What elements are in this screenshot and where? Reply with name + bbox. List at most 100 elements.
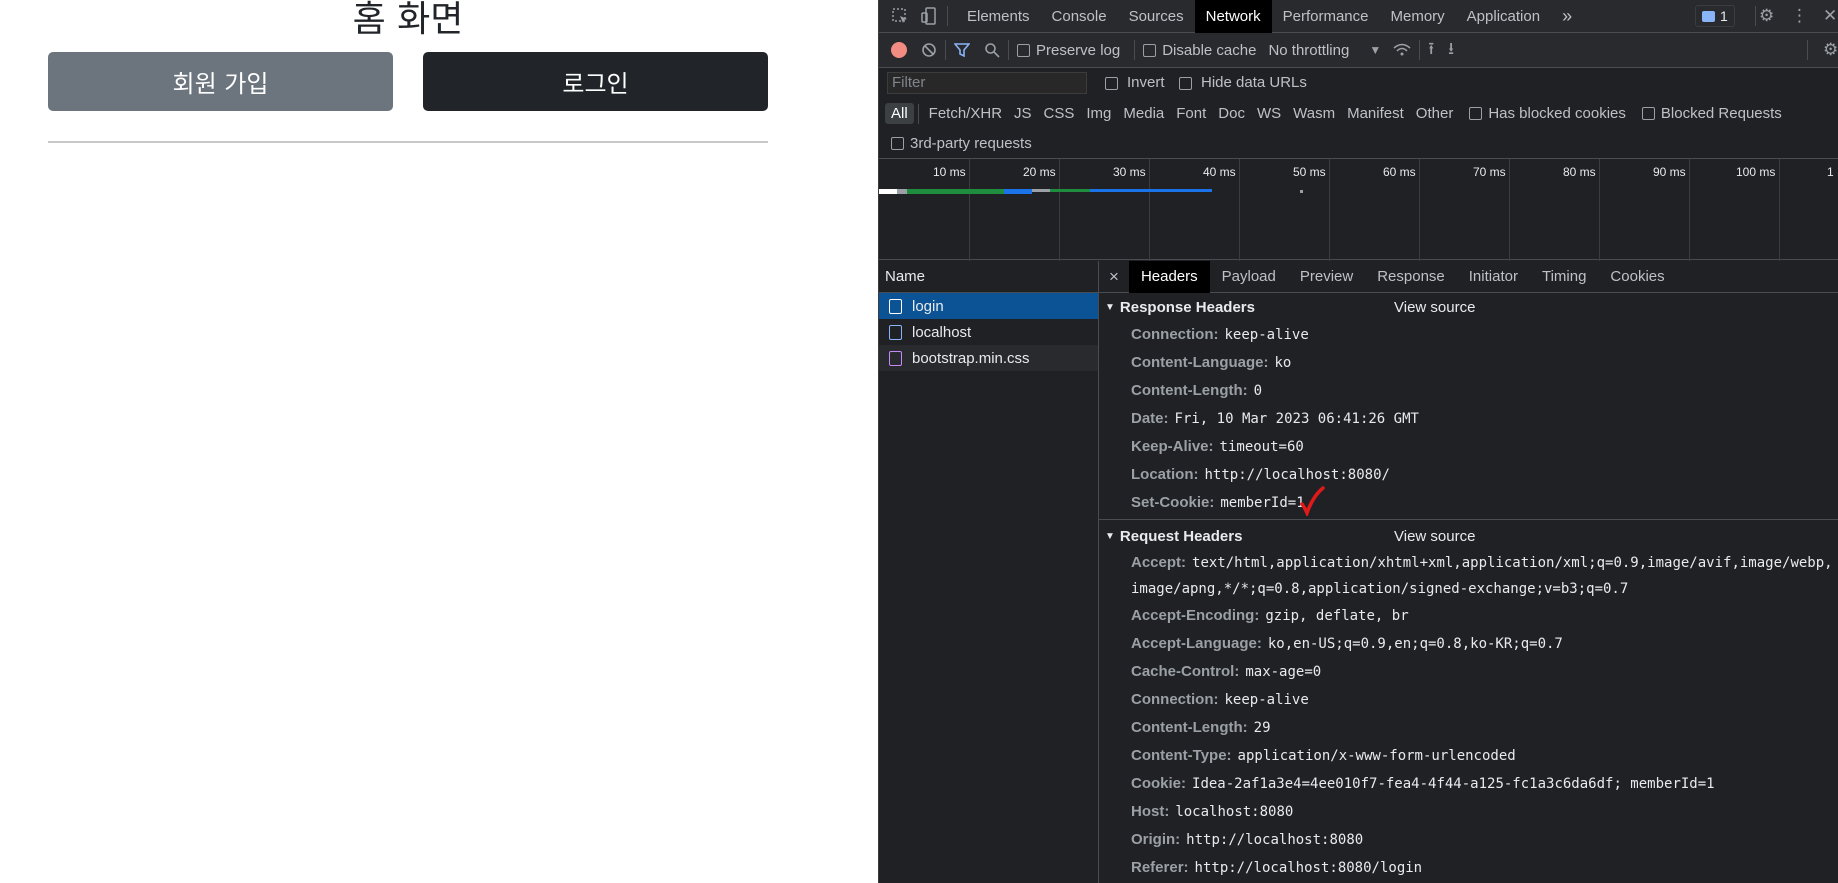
view-source-link[interactable]: View source — [1394, 528, 1475, 545]
header-value: keep-alive — [1224, 692, 1309, 708]
record-icon[interactable] — [891, 42, 907, 58]
throttling-select[interactable]: No throttling — [1268, 42, 1349, 59]
more-options-icon[interactable]: ⋮ — [1791, 6, 1808, 26]
type-img[interactable]: Img — [1080, 105, 1117, 122]
tab-payload[interactable]: Payload — [1210, 261, 1288, 293]
third-party-bar: 3rd-party requests — [879, 128, 1838, 158]
request-headers-section[interactable]: ▼ Request Headers View source — [1099, 522, 1838, 550]
hide-data-urls-checkbox[interactable] — [1179, 77, 1192, 90]
waterfall-bar — [1050, 189, 1090, 192]
clear-icon[interactable] — [921, 42, 937, 58]
type-css[interactable]: CSS — [1038, 105, 1081, 122]
header-row: Content-Type: application/x-www-form-urle… — [1099, 742, 1838, 770]
tab-application[interactable]: Application — [1456, 0, 1551, 33]
request-row-login[interactable]: login — [879, 293, 1098, 319]
filter-input[interactable]: Filter — [887, 72, 1087, 94]
tab-headers[interactable]: Headers — [1128, 260, 1210, 293]
header-row: Origin: http://localhost:8080 — [1099, 826, 1838, 854]
red-checkmark-annotation — [1300, 486, 1325, 516]
chevron-down-icon[interactable]: ▼ — [1369, 43, 1381, 57]
timeline-tick: 30 ms — [1113, 165, 1146, 179]
header-row: Host: localhost:8080 — [1099, 798, 1838, 826]
inspect-element-icon[interactable] — [891, 7, 909, 25]
header-key: Date: — [1131, 410, 1169, 427]
header-key: Connection: — [1131, 326, 1219, 343]
timeline-tick: 20 ms — [1023, 165, 1056, 179]
tab-memory[interactable]: Memory — [1380, 0, 1456, 33]
type-doc[interactable]: Doc — [1212, 105, 1251, 122]
timeline-tick: 70 ms — [1473, 165, 1506, 179]
import-har-icon[interactable]: ⭱ — [1428, 36, 1434, 65]
view-source-link[interactable]: View source — [1394, 299, 1475, 316]
header-value: 0 — [1253, 383, 1263, 399]
tab-response[interactable]: Response — [1365, 261, 1457, 293]
type-media[interactable]: Media — [1117, 105, 1170, 122]
header-key: Host: — [1131, 803, 1170, 820]
response-headers-section[interactable]: ▼ Response Headers View source — [1099, 293, 1838, 321]
preserve-log-checkbox[interactable] — [1017, 43, 1030, 57]
request-row-localhost[interactable]: localhost — [879, 319, 1098, 345]
type-other[interactable]: Other — [1410, 105, 1460, 122]
timeline-tick: 1 — [1827, 165, 1834, 179]
tab-elements[interactable]: Elements — [956, 0, 1041, 33]
type-font[interactable]: Font — [1170, 105, 1212, 122]
tab-cookies[interactable]: Cookies — [1598, 261, 1676, 293]
close-details-icon[interactable]: × — [1099, 261, 1129, 293]
type-manifest[interactable]: Manifest — [1341, 105, 1410, 122]
header-row: Keep-Alive: timeout=60 — [1099, 433, 1838, 461]
header-key: Set-Cookie: — [1131, 494, 1215, 511]
header-value: gzip, deflate, br — [1265, 608, 1409, 624]
close-devtools-icon[interactable]: ✕ — [1823, 6, 1837, 26]
blocked-requests-checkbox[interactable] — [1641, 107, 1655, 120]
tab-preview[interactable]: Preview — [1288, 261, 1365, 293]
type-ws[interactable]: WS — [1251, 105, 1287, 122]
header-key: Content-Length: — [1131, 382, 1248, 399]
network-settings-icon[interactable]: ⚙ — [1823, 40, 1838, 60]
issues-badge[interactable]: 1 — [1695, 5, 1735, 27]
third-party-checkbox[interactable] — [891, 136, 904, 150]
export-har-icon[interactable]: ⭳ — [1448, 36, 1454, 65]
header-value: http://localhost:8080 — [1186, 832, 1364, 848]
type-js[interactable]: JS — [1008, 105, 1038, 122]
type-wasm[interactable]: Wasm — [1287, 105, 1341, 122]
login-button[interactable]: 로그인 — [423, 52, 768, 111]
request-name: bootstrap.min.css — [912, 349, 1030, 367]
tab-timing[interactable]: Timing — [1530, 261, 1598, 293]
more-tabs-icon[interactable]: » — [1551, 0, 1583, 33]
type-all[interactable]: All — [885, 103, 914, 124]
detail-tabs: × Headers Payload Preview Response Initi… — [1099, 260, 1838, 293]
tab-network[interactable]: Network — [1194, 0, 1272, 33]
filter-bar: Filter Invert Hide data URLs — [879, 68, 1838, 99]
header-key: Origin: — [1131, 831, 1181, 848]
header-key: Content-Language: — [1131, 354, 1269, 371]
disable-cache-label: Disable cache — [1162, 41, 1257, 59]
network-conditions-icon[interactable] — [1393, 42, 1411, 58]
tab-performance[interactable]: Performance — [1272, 0, 1380, 33]
network-overview-timeline[interactable]: 10 ms 20 ms 30 ms 40 ms 50 ms 60 ms 70 m… — [879, 158, 1838, 261]
header-key: Location: — [1131, 466, 1199, 483]
header-row: Location: http://localhost:8080/ — [1099, 461, 1838, 489]
stylesheet-icon — [889, 350, 902, 366]
invert-checkbox[interactable] — [1105, 77, 1118, 90]
name-column-header[interactable]: Name — [879, 261, 1098, 293]
request-headers-title: Request Headers — [1119, 527, 1243, 545]
expand-triangle-icon: ▼ — [1105, 530, 1115, 542]
tab-initiator[interactable]: Initiator — [1457, 261, 1530, 293]
tab-sources[interactable]: Sources — [1118, 0, 1195, 33]
type-fetch-xhr[interactable]: Fetch/XHR — [923, 105, 1008, 122]
waterfall-bar — [1300, 190, 1303, 193]
filter-icon[interactable] — [954, 42, 970, 58]
blocked-cookies-checkbox[interactable] — [1469, 107, 1483, 120]
header-key: Referer: — [1131, 859, 1189, 876]
device-toolbar-icon[interactable] — [921, 7, 939, 25]
signup-button[interactable]: 회원 가입 — [48, 52, 393, 111]
search-icon[interactable] — [984, 42, 1000, 58]
tab-console[interactable]: Console — [1041, 0, 1118, 33]
settings-gear-icon[interactable]: ⚙ — [1759, 6, 1774, 26]
header-key: Content-Type: — [1131, 747, 1232, 764]
document-icon — [889, 324, 902, 340]
header-key: Cache-Control: — [1131, 663, 1240, 680]
hide-data-urls-label: Hide data URLs — [1201, 74, 1307, 91]
request-row-bootstrap[interactable]: bootstrap.min.css — [879, 345, 1098, 371]
disable-cache-checkbox[interactable] — [1143, 43, 1157, 57]
